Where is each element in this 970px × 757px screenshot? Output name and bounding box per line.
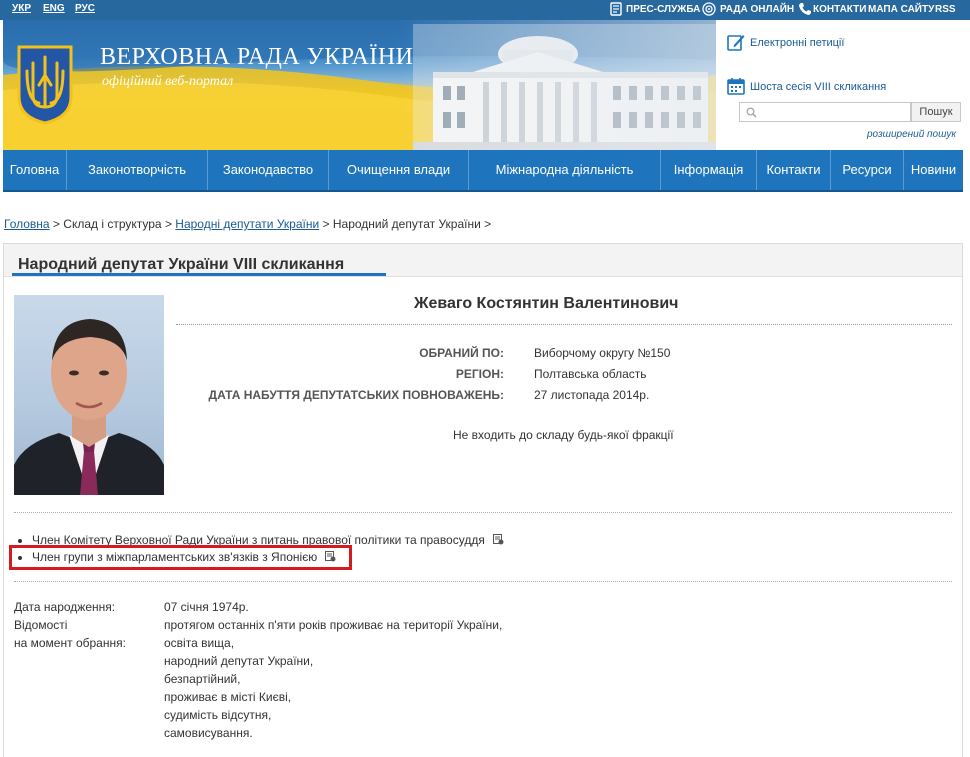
lang-eng[interactable]: ENG [43, 3, 65, 14]
breadcrumb-separator: > [319, 217, 333, 231]
main-nav: Головна Законотворчість Законодавство Оч… [3, 150, 963, 192]
nav-lustration[interactable]: Очищення влади [329, 150, 469, 190]
nav-news[interactable]: Новини [904, 150, 963, 190]
info-label-continued: на момент обрання: [14, 636, 126, 650]
press-link[interactable]: ПРЕС-СЛУЖБА [626, 4, 700, 15]
bullet [18, 538, 22, 543]
session-link[interactable]: Шоста сесія VIII скликання [750, 81, 886, 93]
bio-line: проживає в місті Києві, [164, 690, 292, 704]
breadcrumb-separator: > [480, 217, 492, 231]
breadcrumb-home[interactable]: Головна [4, 217, 50, 231]
phone-icon [799, 3, 811, 15]
nav-home[interactable]: Головна [3, 150, 67, 190]
sitemap-link[interactable]: МАПА САЙТУ [868, 4, 934, 15]
search-input[interactable] [739, 102, 911, 122]
nav-contacts[interactable]: Контакти [757, 150, 831, 190]
birth-date-label: Дата народження: [14, 600, 116, 614]
online-icon [702, 2, 716, 16]
breadcrumb-separator: > [49, 217, 64, 231]
petitions-icon [727, 35, 745, 51]
bio-line: самовисування. [164, 726, 253, 740]
breadcrumb-structure: Склад і структура [63, 217, 162, 231]
site-subtitle: офіційний веб-портал [102, 74, 234, 89]
nav-information[interactable]: Інформація [661, 150, 757, 190]
rss-link[interactable]: RSS [935, 4, 956, 15]
site-title[interactable]: ВЕРХОВНА РАДА УКРАЇНИ [100, 44, 414, 71]
portrait-image [14, 319, 164, 495]
lang-ukr[interactable]: УКР [12, 3, 31, 14]
section-divider [14, 512, 952, 513]
search-icon [746, 107, 757, 118]
nav-legislation[interactable]: Законодавство [208, 150, 329, 190]
elected-by-value: Виборчому округу №150 [534, 346, 671, 360]
breadcrumb-separator: > [161, 217, 176, 231]
title-underline [12, 273, 386, 276]
deputy-name: Жеваго Костянтин Валентинович [414, 295, 679, 312]
info-label: Відомості [14, 618, 68, 632]
elected-by-label: ОБРАНИЙ ПО: [419, 346, 504, 360]
bio-line: протягом останніх п'яти років проживає н… [164, 618, 503, 632]
breadcrumb: Головна > Склад і структура > Народні де… [4, 217, 491, 231]
faction-status: Не входить до складу будь-якої фракції [453, 428, 674, 442]
nav-resources[interactable]: Ресурси [831, 150, 904, 190]
region-value: Полтавська область [534, 367, 647, 381]
breadcrumb-current: Народний депутат України [332, 217, 481, 231]
lang-rus[interactable]: РУС [75, 3, 95, 14]
document-icon[interactable] [492, 534, 504, 545]
contacts-link[interactable]: КОНТАКТИ [813, 4, 866, 15]
press-icon [610, 2, 622, 16]
search-button[interactable]: Пошук [911, 102, 961, 122]
breadcrumb-deputies[interactable]: Народні депутати України [175, 217, 319, 231]
coat-of-arms-icon[interactable] [17, 45, 73, 125]
page-title: Народний депутат України VIII скликання [18, 256, 345, 273]
advanced-search-link[interactable]: розширений пошук [867, 129, 956, 140]
region-label: РЕГІОН: [455, 367, 504, 381]
calendar-icon [727, 78, 745, 95]
online-link[interactable]: РАДА ОНЛАЙН [720, 4, 794, 15]
bio-line: судимість відсутня, [164, 708, 272, 722]
section-divider [14, 581, 952, 582]
name-divider [176, 324, 952, 325]
nav-international[interactable]: Міжнародна діяльність [469, 150, 661, 190]
nav-lawmaking[interactable]: Законотворчість [67, 150, 208, 190]
bio-line: народний депутат України, [164, 654, 314, 668]
mandate-date-label: ДАТА НАБУТТЯ ДЕПУТАТСЬКИХ ПОВНОВАЖЕНЬ: [208, 388, 504, 402]
petitions-link[interactable]: Електронні петиції [750, 37, 844, 49]
bio-line: безпартійний, [164, 672, 241, 686]
highlight-box [9, 545, 352, 570]
bio-line: освіта вища, [164, 636, 235, 650]
deputy-photo [14, 295, 164, 495]
birth-date-value: 07 січня 1974р. [164, 600, 249, 614]
mandate-date-value: 27 листопада 2014р. [534, 388, 650, 402]
